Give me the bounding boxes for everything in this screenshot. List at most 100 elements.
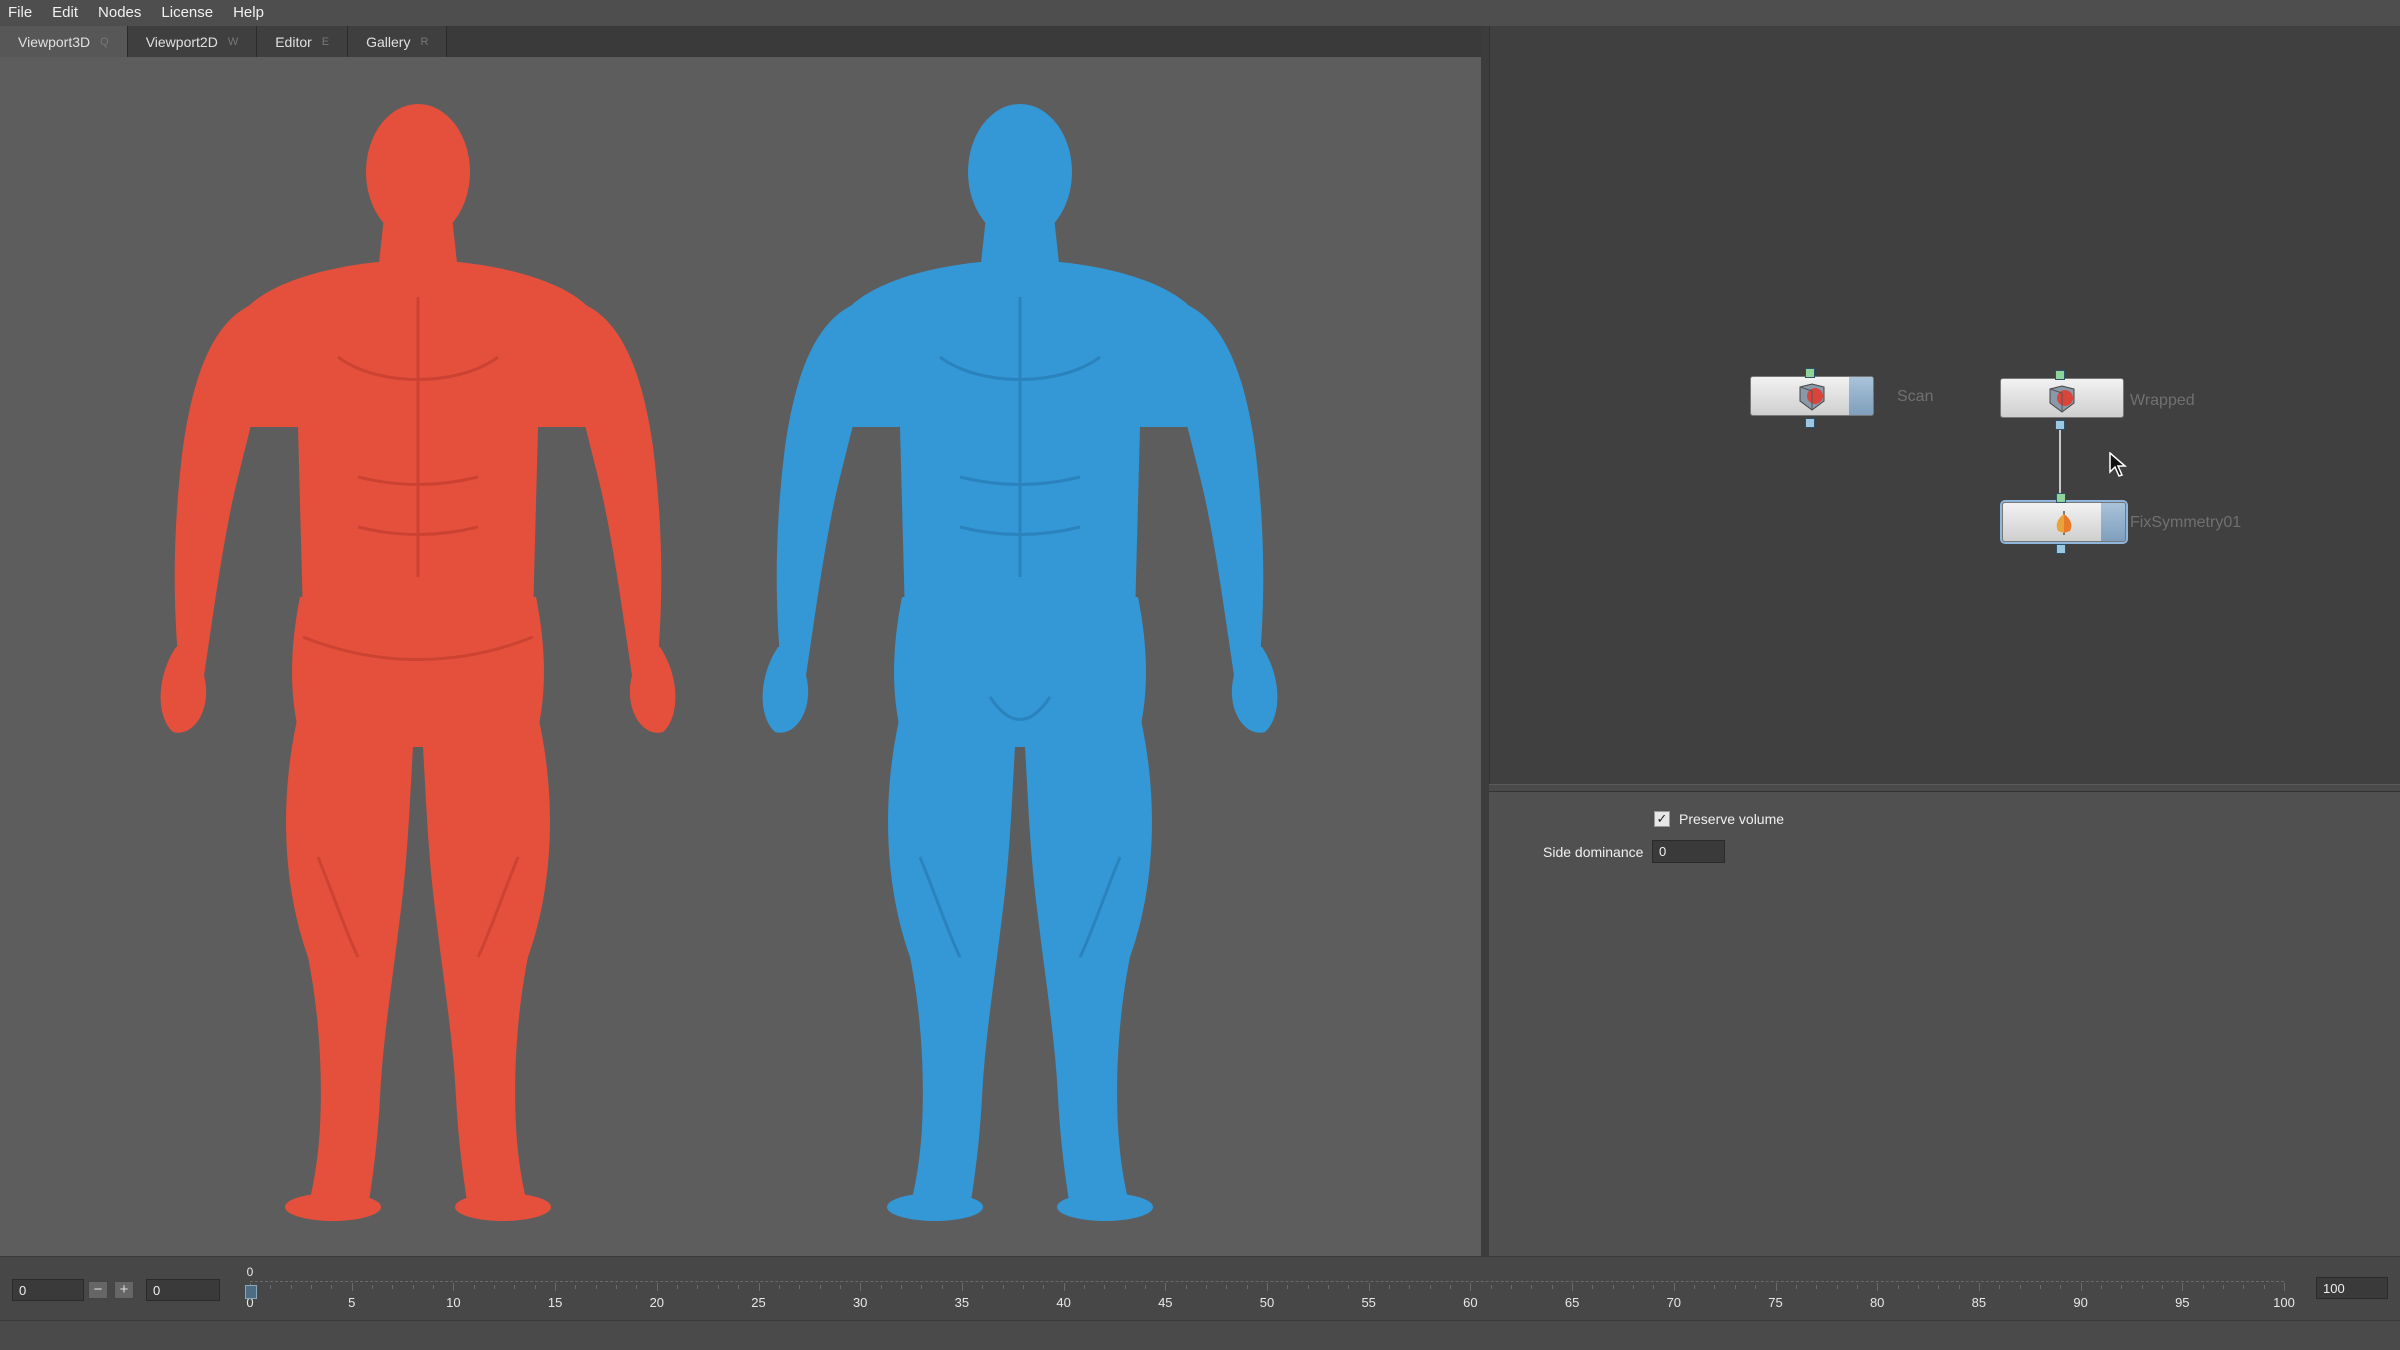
ruler-minor-tick — [514, 1285, 516, 1289]
menu-file[interactable]: File — [0, 0, 42, 26]
menu-license[interactable]: License — [151, 0, 223, 26]
ruler-minor-tick — [1856, 1285, 1858, 1289]
ruler-minor-tick — [616, 1285, 618, 1289]
ruler-minor-tick — [1043, 1285, 1045, 1289]
ruler-minor-tick — [290, 1285, 292, 1289]
ruler-tick-label: 90 — [2073, 1295, 2088, 1310]
ruler-minor-tick — [575, 1285, 577, 1289]
node-scan-label: Scan — [1897, 388, 1934, 405]
mouse-pointer-icon — [2109, 452, 2127, 477]
scan-model[interactable] — [160, 104, 676, 1221]
ruler-tick-label: 15 — [547, 1295, 563, 1310]
ruler-minor-tick — [412, 1285, 414, 1289]
ruler-minor-tick — [1389, 1285, 1391, 1289]
menu-edit[interactable]: Edit — [42, 0, 88, 26]
ruler-minor-tick — [1083, 1285, 1085, 1289]
increment-frame-button[interactable]: + — [114, 1281, 134, 1299]
tab-gallery[interactable]: Gallery R — [348, 26, 448, 57]
ruler-minor-tick — [2222, 1285, 2224, 1289]
ruler-minor-tick — [1246, 1285, 1248, 1289]
ruler-minor-tick — [1633, 1285, 1635, 1289]
ruler-minor-tick — [1612, 1285, 1614, 1289]
ruler-tick-label: 95 — [2175, 1295, 2190, 1310]
ruler-minor-tick — [1267, 1283, 1268, 1291]
ruler-minor-tick — [697, 1285, 699, 1289]
tab-editor[interactable]: Editor E — [257, 26, 349, 57]
timeline-ruler[interactable]: 0 5 10 15 20 25 30 35 40 45 50 55 60 65 70 75 80 85 90 95 10… — [245, 1265, 2295, 1317]
side-dominance-input[interactable] — [1652, 840, 1725, 863]
ruler-minor-tick — [1348, 1285, 1350, 1289]
vertical-splitter[interactable] — [1481, 26, 1489, 1256]
node-connections — [2059, 428, 2061, 498]
ruler-minor-tick — [534, 1285, 536, 1289]
node-wrapped[interactable] — [2000, 378, 2124, 418]
ruler-minor-tick — [1205, 1285, 1207, 1289]
ruler-tick-label: 5 — [348, 1295, 356, 1310]
ruler-minor-tick — [1816, 1285, 1818, 1289]
decrement-frame-button[interactable]: − — [88, 1281, 108, 1299]
frame-end-input[interactable] — [2316, 1277, 2388, 1299]
ruler-minor-tick — [1653, 1285, 1655, 1289]
ruler-minor-tick — [1002, 1285, 1004, 1289]
ruler-minor-tick — [1368, 1283, 1370, 1291]
preserve-volume-checkbox[interactable]: ✓ — [1654, 811, 1670, 827]
ruler-minor-tick — [1022, 1285, 1024, 1289]
ruler-minor-tick — [1836, 1285, 1838, 1289]
ruler-minor-tick — [1755, 1285, 1757, 1289]
node-wrapped-input-port[interactable] — [2055, 370, 2065, 380]
ruler-tick-label: 30 — [852, 1295, 868, 1310]
ruler-minor-tick — [2100, 1285, 2102, 1289]
tab-hotkey: W — [227, 35, 239, 48]
wrapped-model[interactable] — [762, 104, 1278, 1221]
ruler-minor-tick — [1795, 1285, 1797, 1289]
tab-label: Viewport3D — [18, 33, 91, 50]
menu-nodes[interactable]: Nodes — [88, 0, 151, 26]
ruler-minor-tick — [1551, 1285, 1553, 1289]
ruler-minor-tick — [738, 1285, 740, 1289]
ruler-minor-tick — [1511, 1285, 1513, 1289]
timeline-cursor-label: 0 — [246, 1265, 254, 1279]
ruler-minor-tick — [1470, 1283, 1472, 1291]
ruler-minor-tick — [677, 1285, 679, 1289]
ruler-minor-tick — [1958, 1285, 1960, 1289]
node-fixsymmetry-output-port[interactable] — [2056, 544, 2066, 554]
ruler-minor-tick — [1734, 1285, 1736, 1289]
tab-bar: Viewport3D Q Viewport2D W Editor E Galle… — [0, 26, 1481, 57]
viewport-3d[interactable] — [0, 57, 1481, 1256]
ruler-minor-tick — [331, 1285, 333, 1289]
ruler-minor-tick — [555, 1283, 557, 1291]
preserve-volume-label: Preserve volume — [1679, 811, 1785, 827]
node-wrapped-output-port[interactable] — [2055, 420, 2065, 430]
menu-help[interactable]: Help — [223, 0, 274, 26]
ruler-minor-tick — [2161, 1285, 2163, 1289]
ruler-minor-tick — [921, 1285, 923, 1289]
viewport-scene — [160, 104, 1278, 1221]
tab-label: Viewport2D — [145, 33, 218, 50]
node-fixsymmetry-input-port[interactable] — [2056, 493, 2066, 503]
ruler-tick-label: 80 — [1869, 1295, 1885, 1310]
ruler-minor-tick — [595, 1285, 597, 1289]
node-fixsymmetry-label: FixSymmetry01 — [2130, 514, 2242, 531]
ruler-tick-label: 70 — [1666, 1295, 1682, 1310]
ruler-track — [250, 1281, 2284, 1282]
ruler-minor-tick — [941, 1285, 943, 1289]
tab-hotkey: R — [420, 35, 429, 48]
node-scan-input-port[interactable] — [1805, 368, 1815, 378]
ruler-minor-tick — [880, 1285, 882, 1289]
ruler-minor-tick — [453, 1283, 455, 1291]
ruler-minor-tick — [2060, 1285, 2062, 1289]
ruler-tick-label: 25 — [751, 1295, 766, 1310]
tab-viewport3d[interactable]: Viewport3D Q — [0, 26, 128, 57]
node-scan-output-port[interactable] — [1805, 418, 1815, 428]
node-fixsymmetry[interactable] — [2002, 502, 2126, 542]
ruler-minor-tick — [2202, 1285, 2204, 1289]
node-scan[interactable] — [1750, 376, 1874, 416]
timeline-cursor-handle[interactable] — [245, 1285, 257, 1299]
current-frame-input[interactable] — [146, 1279, 220, 1301]
horizontal-splitter[interactable] — [1489, 784, 2400, 792]
node-graph-panel[interactable]: Scan Wrapped FixSymmetry01 — [1489, 26, 2400, 784]
tab-viewport2d[interactable]: Viewport2D W — [127, 26, 258, 57]
frame-start-input[interactable] — [12, 1279, 84, 1301]
ruler-minor-tick — [1897, 1285, 1899, 1289]
ruler-tick-label: 60 — [1463, 1295, 1478, 1310]
